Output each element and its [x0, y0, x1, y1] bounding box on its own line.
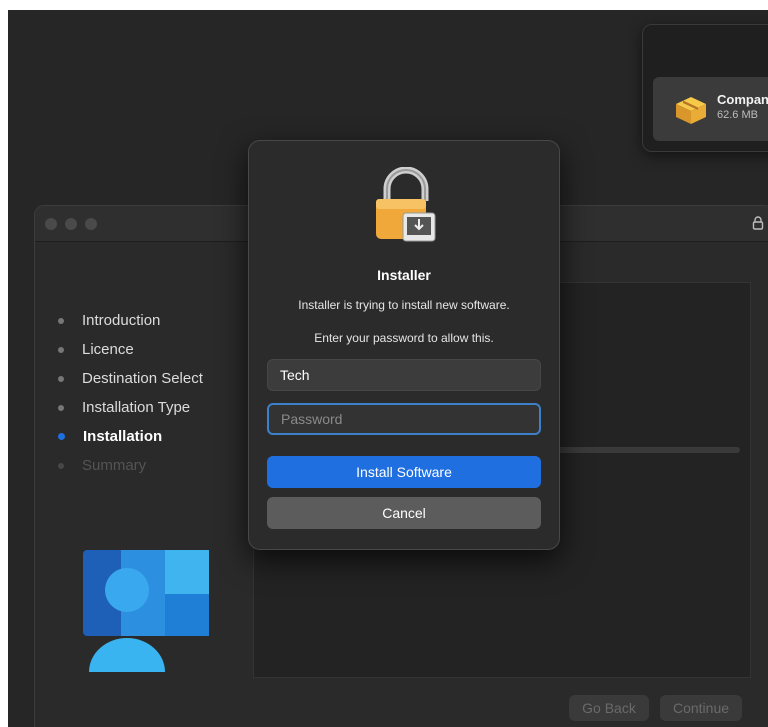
step-label: Summary — [82, 457, 147, 474]
download-file-size: 62.6 MB — [717, 109, 758, 121]
step-label: Installation Type — [82, 399, 191, 416]
step-label: Licence — [82, 341, 134, 358]
app-logo-icon — [83, 550, 209, 672]
dialog-prompt: Enter your password to allow this. — [314, 331, 494, 345]
step-label: Installation — [83, 428, 163, 445]
minimize-window-button[interactable] — [65, 218, 77, 230]
installer-steps: Introduction Licence Destination Select … — [55, 306, 203, 480]
go-back-button[interactable]: Go Back — [569, 695, 649, 721]
step-installation: Installation — [55, 422, 203, 451]
close-window-button[interactable] — [45, 218, 57, 230]
password-field[interactable] — [267, 403, 541, 435]
zoom-window-button[interactable] — [85, 218, 97, 230]
dialog-title: Installer — [377, 267, 431, 283]
auth-dialog: Installer Installer is trying to install… — [248, 140, 560, 550]
step-bullet — [58, 462, 64, 469]
download-item[interactable]: Compan 62.6 MB — [653, 77, 768, 141]
step-summary: Summary — [55, 451, 203, 480]
desktop: Compan 62.6 MB Introduction Licence Dest… — [8, 10, 768, 727]
username-field[interactable] — [267, 359, 541, 391]
dialog-message: Installer is trying to install new softw… — [298, 298, 510, 312]
download-file-name: Compan — [717, 92, 768, 107]
download-panel: Compan 62.6 MB — [642, 24, 768, 152]
step-installation-type: Installation Type — [55, 393, 203, 422]
install-software-button[interactable]: Install Software — [267, 456, 541, 488]
step-bullet — [58, 346, 64, 353]
step-label: Introduction — [82, 312, 161, 329]
continue-button[interactable]: Continue — [660, 695, 742, 721]
step-destination-select: Destination Select — [55, 364, 203, 393]
cancel-button[interactable]: Cancel — [267, 497, 541, 529]
step-label: Destination Select — [82, 370, 203, 387]
step-bullet — [58, 375, 64, 382]
step-licence: Licence — [55, 335, 203, 364]
step-bullet — [58, 404, 64, 411]
step-bullet — [58, 433, 65, 440]
package-icon — [676, 97, 706, 124]
step-introduction: Introduction — [55, 306, 203, 335]
lock-icon — [752, 216, 764, 230]
padlock-icon — [376, 167, 436, 242]
step-bullet — [58, 317, 64, 324]
